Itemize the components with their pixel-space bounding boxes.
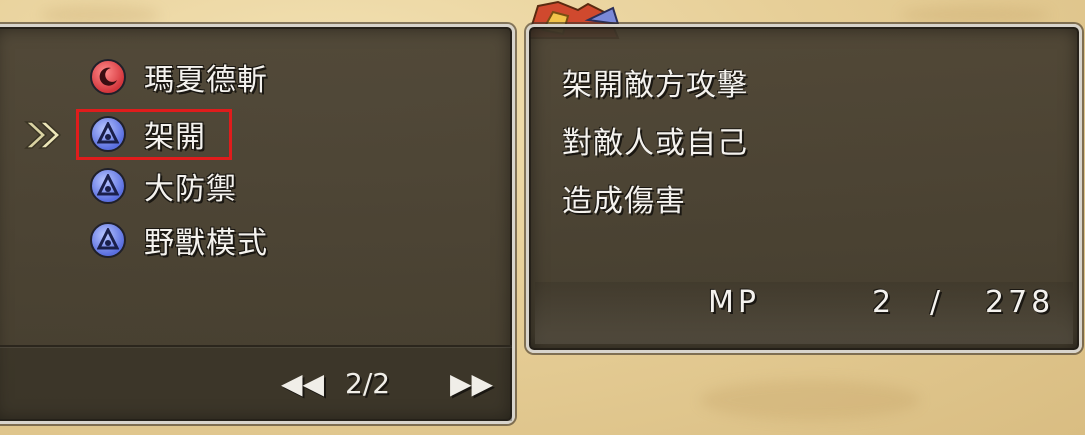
parchment-spot	[900, 6, 1050, 24]
parchment-spot	[700, 380, 920, 420]
mp-label: MP	[708, 285, 760, 320]
skill-label: 大防禦	[144, 172, 237, 207]
skill-label: 野獸模式	[144, 226, 268, 261]
next-page-button[interactable]: ▶▶	[450, 367, 493, 400]
description-line: 架開敵方攻擊	[562, 68, 748, 103]
crescent-moon-icon	[90, 59, 126, 95]
skill-label: 瑪夏德斬	[144, 63, 268, 98]
drop-shield-icon	[90, 168, 126, 204]
skill-item-great-defense[interactable]: 大防禦	[90, 163, 237, 209]
panel-divider	[0, 345, 512, 347]
prev-page-button[interactable]: ◀◀	[281, 367, 324, 400]
description-line: 對敵人或自己	[562, 126, 748, 161]
page-indicator: 2/2	[345, 367, 391, 400]
skill-item-mashade-zan[interactable]: 瑪夏德斬	[90, 54, 268, 100]
selection-cursor-icon	[24, 121, 62, 149]
parchment-spot	[40, 5, 160, 25]
skill-item-beast-mode[interactable]: 野獸模式	[90, 217, 268, 263]
drop-shield-icon	[90, 222, 126, 258]
pager-footer	[0, 347, 512, 421]
mp-separator: /	[930, 285, 945, 320]
description-line: 造成傷害	[562, 184, 686, 219]
selected-skill-highlight	[76, 109, 232, 160]
mp-current: 2	[872, 285, 896, 320]
mp-max: 278	[985, 285, 1055, 320]
